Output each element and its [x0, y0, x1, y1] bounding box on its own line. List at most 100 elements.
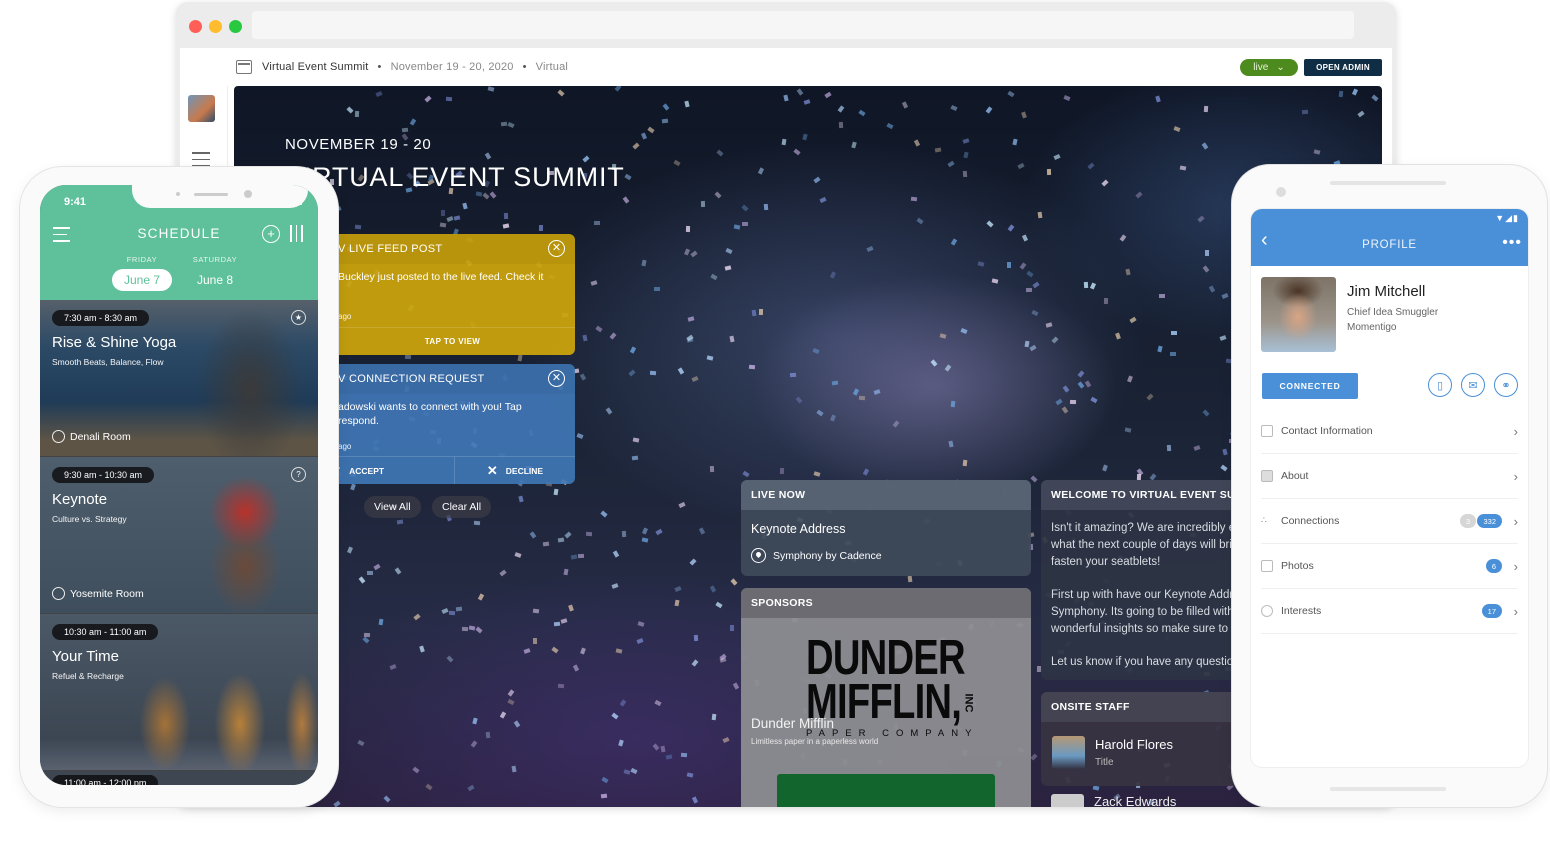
- session-card[interactable]: 10:30 am - 11:00 am Your Time Refuel & R…: [40, 614, 318, 770]
- confetti-piece: [488, 86, 495, 92]
- view-all-button[interactable]: View All: [364, 496, 421, 518]
- staff-name[interactable]: Harold Flores: [1095, 737, 1173, 752]
- session-time: 10:30 am - 11:00 am: [52, 624, 159, 640]
- confetti-piece: [513, 720, 520, 728]
- confetti-piece: [1090, 396, 1098, 403]
- confetti-piece: [1063, 94, 1071, 101]
- confetti-piece: [355, 224, 362, 230]
- confetti-piece: [779, 468, 784, 475]
- confetti-piece: [1179, 165, 1186, 171]
- confetti-piece: [709, 585, 716, 593]
- confetti-piece: [858, 110, 866, 117]
- confetti-piece: [939, 333, 947, 340]
- close-icon[interactable]: ✕: [548, 240, 565, 257]
- location-pin-icon: [751, 548, 766, 563]
- confetti-piece: [934, 147, 942, 153]
- connected-button[interactable]: CONNECTED: [1262, 373, 1358, 399]
- confetti-piece: [349, 483, 356, 491]
- filter-icon[interactable]: [290, 225, 303, 242]
- confetti-piece: [446, 655, 454, 663]
- phone-icon[interactable]: ▯: [1428, 373, 1452, 397]
- confetti-piece: [1222, 448, 1228, 456]
- confetti-piece: [795, 395, 803, 404]
- row-label: About: [1281, 470, 1309, 482]
- confetti-piece: [405, 354, 412, 359]
- notification-actions: ✓ ACCEPT ✕ DECLINE: [330, 456, 575, 484]
- session-time: 7:30 am - 8:30 am: [52, 310, 150, 326]
- bookmark-icon[interactable]: ★: [291, 310, 306, 325]
- row-label: Interests: [1281, 605, 1322, 617]
- connection-request-notification[interactable]: V CONNECTION REQUEST ✕ adowski wants to …: [330, 364, 575, 484]
- confetti-piece: [1024, 340, 1030, 348]
- room-label: Denali Room: [70, 430, 131, 443]
- open-admin-button[interactable]: OPEN ADMIN: [1304, 59, 1382, 76]
- live-status-dropdown[interactable]: live ⌄: [1240, 59, 1298, 76]
- confetti-piece: [951, 401, 956, 408]
- close-icon[interactable]: ✕: [548, 370, 565, 387]
- chat-icon[interactable]: ⚭: [1494, 373, 1518, 397]
- user-avatar[interactable]: [188, 95, 215, 122]
- confetti-piece: [1026, 270, 1034, 278]
- hero-date: NOVEMBER 19 - 20: [285, 136, 432, 153]
- confetti-piece: [412, 613, 421, 621]
- confetti-piece: [1371, 94, 1380, 102]
- phone-earpiece: [1330, 181, 1446, 185]
- tap-to-view-button[interactable]: TAP TO VIEW: [330, 327, 575, 355]
- live-session-title[interactable]: Keynote Address: [751, 522, 846, 536]
- confetti-piece: [623, 769, 631, 775]
- accept-button[interactable]: ✓ ACCEPT: [330, 457, 455, 484]
- confetti-piece: [714, 191, 722, 199]
- photo-icon: [1261, 560, 1273, 572]
- confetti-piece: [684, 248, 691, 256]
- confetti-piece: [1220, 464, 1228, 472]
- live-now-card[interactable]: LIVE NOW Keynote Address Symphony by Cad…: [741, 480, 1031, 576]
- chevron-right-icon: ›: [1513, 603, 1518, 619]
- help-icon[interactable]: ?: [291, 467, 306, 482]
- confetti-piece: [813, 176, 821, 183]
- decline-button[interactable]: ✕ DECLINE: [455, 457, 575, 484]
- confetti-piece: [538, 224, 543, 231]
- sponsor-name: Dunder Mifflin: [751, 716, 835, 731]
- confetti-piece: [375, 91, 383, 98]
- confetti-piece: [1197, 215, 1205, 223]
- room-icon: [52, 587, 65, 600]
- add-icon[interactable]: +: [262, 225, 280, 243]
- more-icon[interactable]: •••: [1502, 234, 1522, 252]
- confetti-piece: [632, 142, 640, 150]
- confetti-piece: [1029, 344, 1038, 351]
- confetti-piece: [1062, 406, 1069, 414]
- profile-row-interests[interactable]: Interests 17 ›: [1261, 589, 1518, 634]
- day-tab-june-7[interactable]: June 7: [112, 269, 172, 291]
- profile-row-photos[interactable]: Photos 6 ›: [1261, 544, 1518, 589]
- session-card[interactable]: 7:30 am - 8:30 am ★ Rise & Shine Yoga Sm…: [40, 300, 318, 456]
- confetti-piece: [425, 783, 433, 791]
- mail-icon[interactable]: ✉: [1461, 373, 1485, 397]
- close-window-button[interactable]: [189, 20, 202, 33]
- confetti-piece: [632, 437, 640, 443]
- confetti-piece: [1051, 336, 1059, 344]
- minimize-window-button[interactable]: [209, 20, 222, 33]
- live-feed-notification[interactable]: V LIVE FEED POST ✕ Buckley just posted t…: [330, 234, 575, 355]
- confetti-piece: [507, 122, 515, 129]
- confetti-piece: [1021, 233, 1028, 242]
- confetti-piece: [758, 167, 765, 175]
- sponsors-card[interactable]: SPONSORS DUNDER MIFFLIN, INC PAPER COMPA…: [741, 588, 1031, 807]
- profile-row-contact-information[interactable]: Contact Information ›: [1261, 409, 1518, 454]
- confetti-piece: [594, 220, 601, 225]
- profile-row-about[interactable]: About ›: [1261, 454, 1518, 499]
- confetti-piece: [674, 586, 682, 593]
- confetti-piece: [838, 105, 845, 113]
- room-icon: [52, 430, 65, 443]
- confetti-piece: [585, 531, 593, 537]
- address-bar[interactable]: [252, 11, 1354, 39]
- day-tab-june-8[interactable]: June 8: [185, 269, 245, 291]
- maximize-window-button[interactable]: [229, 20, 242, 33]
- staff-list-item[interactable]: Zack Edwards: [1051, 794, 1176, 807]
- confetti-piece: [852, 388, 859, 396]
- clear-all-button[interactable]: Clear All: [432, 496, 492, 518]
- session-card[interactable]: 11:00 am - 12:00 pm: [40, 771, 318, 785]
- card-header: LIVE NOW: [741, 480, 1031, 510]
- profile-row-connections[interactable]: ∴ Connections 3 332 ›: [1261, 499, 1518, 544]
- chevron-right-icon: ›: [1513, 423, 1518, 439]
- session-card[interactable]: 9:30 am - 10:30 am ? Keynote Culture vs.…: [40, 457, 318, 613]
